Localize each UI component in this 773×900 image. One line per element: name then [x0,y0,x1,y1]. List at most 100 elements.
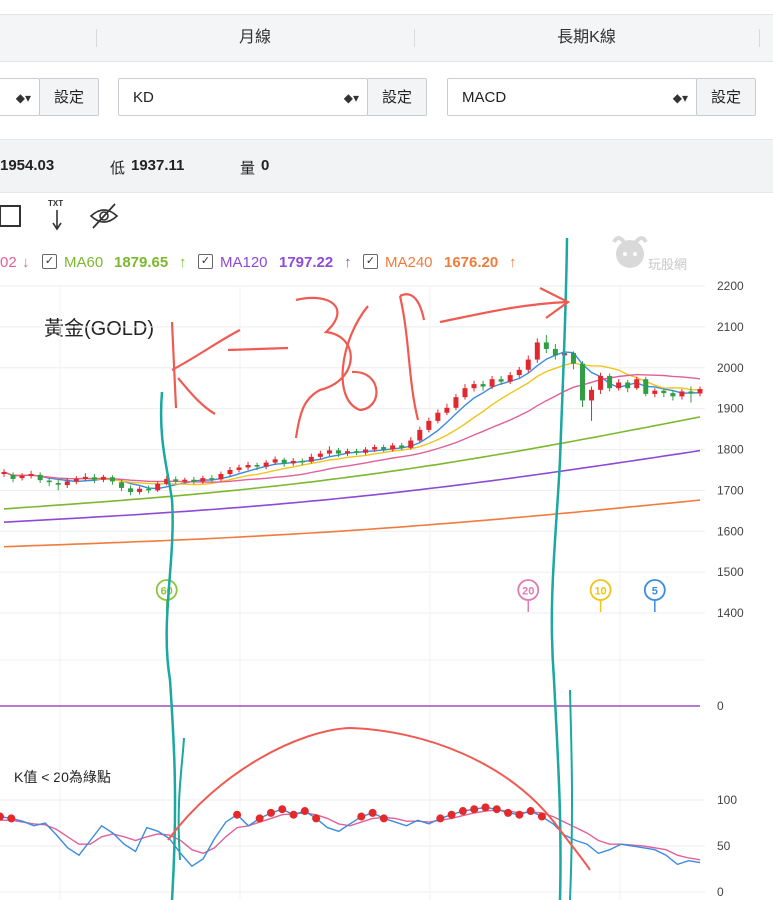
kd-overbought-dot [447,810,456,819]
candle-body [64,481,70,486]
price-tick-label: 1600 [717,524,744,538]
annotation-digit-6 [341,305,378,412]
candlesticks [1,335,703,496]
annotation-right-arrow [439,287,571,324]
candle-body [254,465,260,467]
kd-overbought-dot [233,810,242,819]
macd-zero-label: 0 [717,699,724,713]
price-tick-label: 2100 [717,320,744,334]
candle-body [326,450,332,454]
candle-body [408,440,414,448]
candle-body [453,397,459,408]
candle-body [218,474,224,480]
period-marker-label: 60 [161,586,173,598]
kd-tick-label: 100 [717,793,737,807]
candle-body [471,384,477,389]
candle-body [182,479,188,482]
candle-body [10,474,16,479]
candle-body [73,478,79,482]
hand-drawn-annotations [159,237,591,900]
candle-body [372,447,378,450]
candle-body [308,456,314,462]
candle-body [46,480,52,483]
candle-body [625,382,631,389]
candle-body [317,453,323,457]
annotation-vertical-line-right [550,237,569,900]
price-tick-label: 2000 [717,361,744,375]
ma5-line [3,351,701,490]
annotation-kd-arc [167,726,591,871]
candle-body [227,469,233,475]
annotation-dash [227,346,289,352]
kd-overbought-dot [515,810,524,819]
candle-body [381,447,387,450]
candle-body [236,467,242,470]
kd-overbought-dot [0,812,4,821]
candle-body [19,475,25,479]
candle-body [281,459,287,464]
candle-body [607,375,613,389]
candle-body [525,359,531,370]
candle-body [417,429,423,441]
candle-body [579,363,585,401]
candle-body [263,462,269,467]
candle-body [82,476,88,479]
price-chart[interactable]: 2200 2100 2000 1900 1800 1700 1600 1500 1400 60 2… [0,0,773,900]
price-tick-label: 1400 [717,606,744,620]
candle-body [155,483,161,491]
candle-body [444,407,450,413]
candle-body [146,488,152,491]
price-axis: 2200 2100 2000 1900 1800 1700 1600 1500 1400 [717,279,744,620]
kd-overbought-dot [504,808,513,817]
candle-body [272,459,278,463]
candle-body [128,488,134,493]
candle-body [480,384,486,387]
candle-body [589,389,595,401]
ma120-line [3,449,701,523]
candle-body [55,483,61,485]
candle-body [679,391,685,397]
candle-body [37,474,43,481]
kd-overbought-dot [312,814,321,823]
price-tick-label: 1900 [717,402,744,416]
candle-body [534,342,540,360]
candle-body [570,353,576,364]
candle-body [91,477,97,480]
candle-body [426,420,432,430]
macd-panel: 0 [0,659,724,713]
candle-body [643,379,649,394]
kd-overbought-dot [357,812,366,821]
annotation-digit-7 [398,293,426,421]
price-tick-label: 1500 [717,565,744,579]
candle-body [299,460,305,463]
candle-body [173,479,179,482]
candle-body [245,465,251,468]
period-marker-label: 10 [594,586,606,598]
candle-body [1,471,7,475]
candle-body [209,478,215,480]
candle-body [634,379,640,389]
candle-body [390,445,396,450]
candle-body [489,379,495,387]
candle-body [191,479,197,482]
kd-overbought-dot [278,805,287,814]
kd-overbought-dot [436,814,445,823]
price-tick-label: 1700 [717,483,744,497]
kd-overbought-dot [7,814,16,823]
k-line [0,806,701,868]
kd-overbought-dot [300,807,309,816]
kd-tick-label: 50 [717,839,731,853]
period-marker-label: 5 [652,586,658,598]
candle-body [200,478,206,482]
price-tick-label: 1800 [717,443,744,457]
candle-body [697,389,703,394]
price-tick-label: 2200 [717,279,744,293]
candle-body [598,375,604,390]
candle-body [335,450,341,454]
candle-body [435,412,441,421]
candle-body [661,390,667,394]
period-markers: 60 20 10 5 [155,579,666,612]
kd-overbought-dot [526,807,535,816]
annotation-vertical-line-right-2 [569,689,574,900]
candle-body [344,451,350,454]
